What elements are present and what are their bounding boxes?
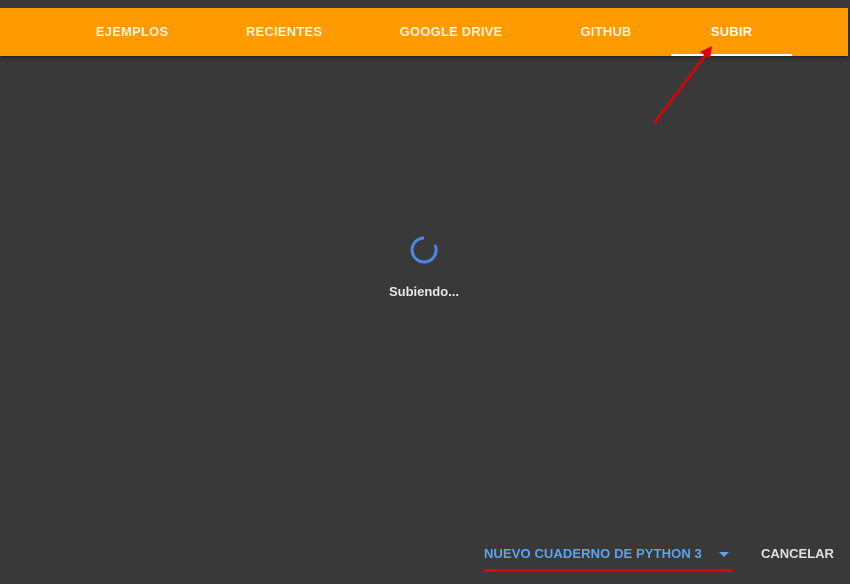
tab-github[interactable]: GITHUB bbox=[560, 8, 652, 56]
open-notebook-dialog: EJEMPLOS RECIENTES GOOGLE DRIVE GITHUB S… bbox=[0, 0, 850, 584]
tab-ejemplos[interactable]: EJEMPLOS bbox=[76, 8, 188, 56]
annotation-underline bbox=[483, 569, 733, 572]
tab-subir[interactable]: SUBIR bbox=[671, 8, 792, 56]
upload-status-text: Subiendo... bbox=[388, 284, 460, 299]
active-tab-indicator bbox=[671, 54, 792, 56]
loading-spinner-icon bbox=[410, 236, 438, 264]
chevron-down-icon[interactable] bbox=[719, 552, 729, 557]
tab-google-drive[interactable]: GOOGLE DRIVE bbox=[390, 8, 512, 56]
cancel-button[interactable]: CANCELAR bbox=[761, 546, 834, 561]
tab-bar: EJEMPLOS RECIENTES GOOGLE DRIVE GITHUB S… bbox=[0, 8, 848, 56]
new-python3-notebook-button[interactable]: NUEVO CUADERNO DE PYTHON 3 bbox=[484, 546, 702, 561]
dialog-top-strip bbox=[0, 0, 850, 8]
tab-recientes[interactable]: RECIENTES bbox=[228, 8, 340, 56]
